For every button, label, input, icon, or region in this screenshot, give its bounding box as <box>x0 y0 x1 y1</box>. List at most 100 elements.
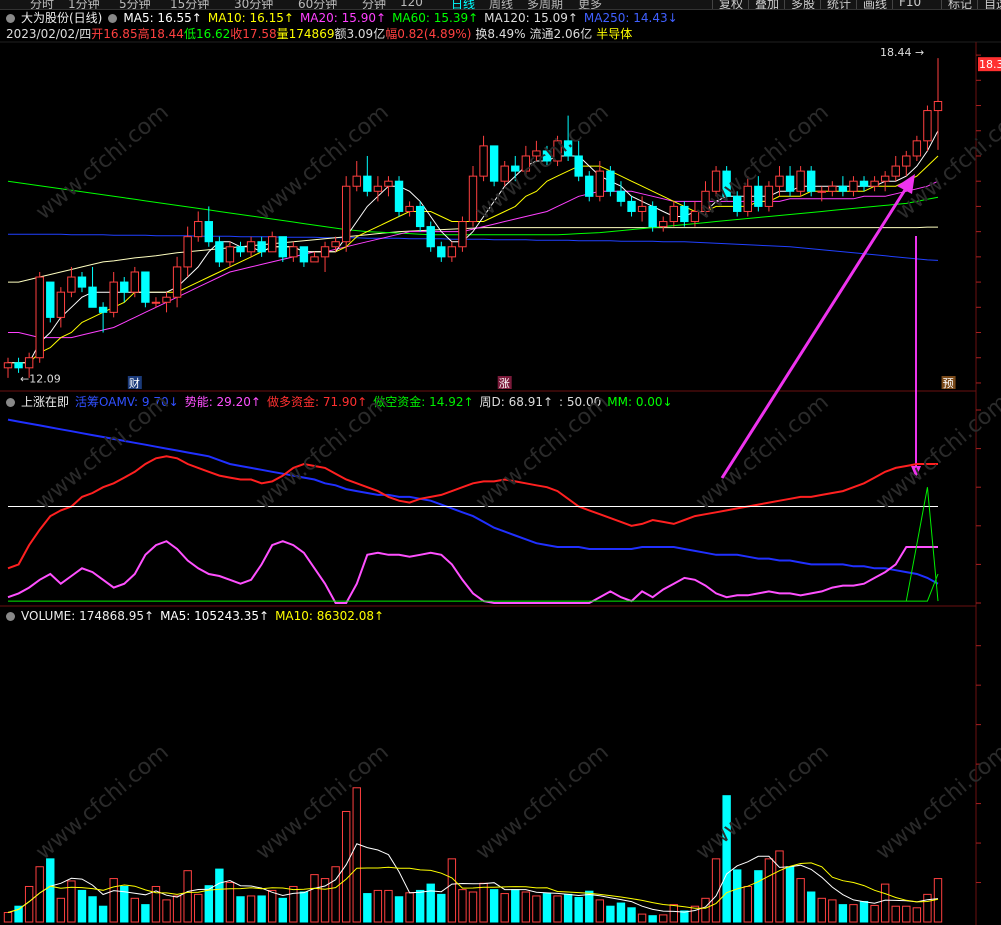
candle-body <box>806 170 816 192</box>
candle-body <box>289 246 298 258</box>
annotation-arrow <box>720 181 912 479</box>
volume-bar <box>542 893 552 923</box>
candle-body <box>373 185 383 192</box>
candle-body <box>933 100 943 112</box>
candle-body <box>320 246 330 258</box>
candle-body <box>817 190 826 193</box>
low-price-label: ←12.09 <box>20 372 61 385</box>
volume-bar <box>891 905 900 923</box>
volume-bar <box>680 910 689 923</box>
volume-bar <box>595 899 605 923</box>
candle-body <box>479 145 488 177</box>
candle-body <box>120 281 129 293</box>
volume-bar <box>299 891 309 923</box>
candle-body <box>627 200 636 212</box>
volume-bar <box>384 889 393 923</box>
volume-bar <box>637 913 647 923</box>
volume-bar <box>437 893 446 923</box>
volume-bar <box>849 904 858 923</box>
high-price-label: 18.44 → <box>880 46 924 59</box>
volume-bar <box>701 897 710 923</box>
candle-body <box>215 241 224 263</box>
volume-bar <box>806 891 816 923</box>
candle-body <box>341 185 351 243</box>
candle-body <box>828 185 837 192</box>
volume-bar <box>204 885 213 923</box>
volume-bar <box>500 893 509 923</box>
candle-body <box>331 241 340 248</box>
candle-body <box>35 276 44 359</box>
candle-body <box>891 165 900 177</box>
volume-bar <box>3 912 13 923</box>
candle-body <box>616 190 626 202</box>
volume-bar <box>109 878 118 923</box>
candle-body <box>775 175 784 187</box>
candle-body <box>415 205 425 228</box>
volume-bar <box>912 907 922 923</box>
candle-body <box>225 246 235 263</box>
volume-bar <box>194 893 203 923</box>
volume-bar <box>563 893 573 923</box>
candle-body <box>489 145 499 182</box>
candle-body <box>447 246 457 258</box>
short-fund-spike <box>905 487 939 602</box>
volume-bar <box>278 897 287 923</box>
last-price-value: 18.3 <box>979 58 1001 71</box>
candle-body <box>257 241 266 253</box>
volume-bar <box>415 889 425 923</box>
candle-body <box>838 185 848 192</box>
candle-body <box>363 175 372 192</box>
event-marker-label: 涨 <box>499 377 510 390</box>
indicator-line-2 <box>7 455 938 570</box>
candle-body <box>77 276 87 288</box>
candle-body <box>669 205 678 223</box>
volume-bar <box>458 889 467 923</box>
volume-bar <box>574 897 583 923</box>
candle-body <box>88 286 97 308</box>
volume-bar <box>532 895 541 923</box>
candle-body <box>268 236 277 253</box>
candle-body <box>754 185 763 207</box>
volume-bar <box>754 870 763 923</box>
candle-body <box>151 301 161 304</box>
volume-bar <box>902 905 911 923</box>
volume-bar <box>838 904 848 923</box>
volume-bar <box>521 891 531 923</box>
volume-bar <box>236 896 245 923</box>
volume-bar <box>162 899 171 923</box>
candle-body <box>384 180 393 187</box>
volume-bar <box>24 885 34 923</box>
volume-bar <box>373 889 383 923</box>
candle-body <box>902 155 911 167</box>
candle-body <box>912 140 922 157</box>
volume-bar <box>828 899 837 923</box>
candle-body <box>880 175 890 182</box>
volume-bar <box>817 897 826 923</box>
volume-bar <box>743 885 752 923</box>
candle-body <box>648 205 657 228</box>
volume-bar <box>447 858 457 923</box>
volume-bar <box>289 885 298 923</box>
candle-body <box>172 266 182 298</box>
candle-body <box>162 296 171 303</box>
candle-body <box>659 221 668 228</box>
volume-bar <box>257 895 266 923</box>
indicator-line-3 <box>8 573 939 602</box>
candle-body <box>923 110 932 142</box>
candle-body <box>426 226 435 248</box>
volume-bar <box>172 895 182 923</box>
candle-body <box>278 236 287 258</box>
candle-body <box>637 205 647 212</box>
candle-body <box>67 276 76 293</box>
candle-body <box>3 362 13 369</box>
ma5-line <box>8 130 939 364</box>
candle-body <box>849 180 858 192</box>
event-marker-label: 预 <box>943 377 954 390</box>
candle-body <box>109 281 118 313</box>
volume-bar <box>183 870 192 923</box>
volume-bar <box>77 889 87 923</box>
volume-bar <box>426 883 435 923</box>
candle-body <box>437 246 446 258</box>
volume-bar <box>215 868 224 923</box>
volume-bar <box>130 897 140 923</box>
